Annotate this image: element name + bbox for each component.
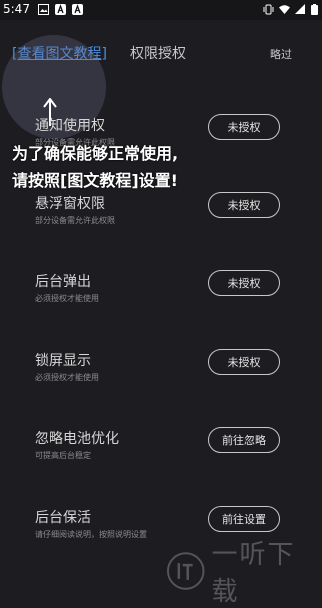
guide-line-2: 请按照[图文教程]设置! — [12, 171, 178, 190]
tutorial-link[interactable]: [查看图文教程] — [12, 43, 107, 63]
permission-desc: 部分设备需允许此权限 — [35, 216, 115, 225]
permission-title: 后台保活 — [35, 510, 91, 526]
authorize-button[interactable]: 未授权 — [208, 192, 280, 218]
header: [查看图文教程] 权限授权 略过 — [0, 20, 322, 82]
watermark-logo-icon — [166, 552, 205, 590]
permission-row-battery-optimization: 忽略电池优化 可提高后台稳定 前往忽略 — [0, 427, 322, 488]
status-time: 5:47 — [3, 2, 30, 16]
skip-button[interactable]: 略过 — [270, 46, 292, 62]
permission-row-floating-window: 悬浮窗权限 部分设备需允许此权限 未授权 — [0, 192, 322, 253]
notification-a-icon — [55, 4, 66, 15]
watermark: 一听下载 — [166, 534, 322, 608]
permission-desc: 必须授权才能使用 — [35, 294, 99, 303]
authorize-button[interactable]: 未授权 — [208, 270, 280, 296]
permission-title: 悬浮窗权限 — [35, 196, 105, 212]
permission-desc: 必须授权才能使用 — [35, 373, 99, 382]
ignore-button[interactable]: 前往忽略 — [208, 427, 280, 453]
authorize-button[interactable]: 未授权 — [208, 349, 280, 375]
watermark-text: 一听下载 — [211, 540, 296, 607]
status-bar: 5:47 — [0, 0, 322, 20]
authorize-button[interactable]: 未授权 — [208, 114, 280, 140]
signal-icon — [295, 4, 305, 14]
permission-desc: 可提高后台稳定 — [35, 451, 91, 460]
permission-row-lockscreen: 锁屏显示 必须授权才能使用 未授权 — [0, 349, 322, 410]
permission-title: 后台弹出 — [35, 274, 91, 290]
permission-desc: 请仔细阅读说明，按照说明设置 — [35, 530, 147, 539]
guide-overlay-text: 为了确保能够正常使用, 请按照[图文教程]设置! — [12, 140, 178, 194]
vibrate-icon — [263, 4, 274, 15]
settings-button[interactable]: 前往设置 — [208, 506, 280, 532]
battery-icon — [311, 4, 318, 15]
guide-line-1: 为了确保能够正常使用, — [12, 144, 179, 163]
permission-row-background-popup: 后台弹出 必须授权才能使用 未授权 — [0, 270, 322, 331]
image-icon — [38, 4, 49, 15]
permission-title: 锁屏显示 — [35, 353, 91, 369]
permission-title: 通知使用权 — [35, 118, 105, 134]
wifi-icon — [279, 5, 290, 14]
tab-permission-authorization[interactable]: 权限授权 — [130, 43, 186, 63]
notification-a-icon — [72, 4, 83, 15]
permission-title: 忽略电池优化 — [35, 431, 119, 447]
